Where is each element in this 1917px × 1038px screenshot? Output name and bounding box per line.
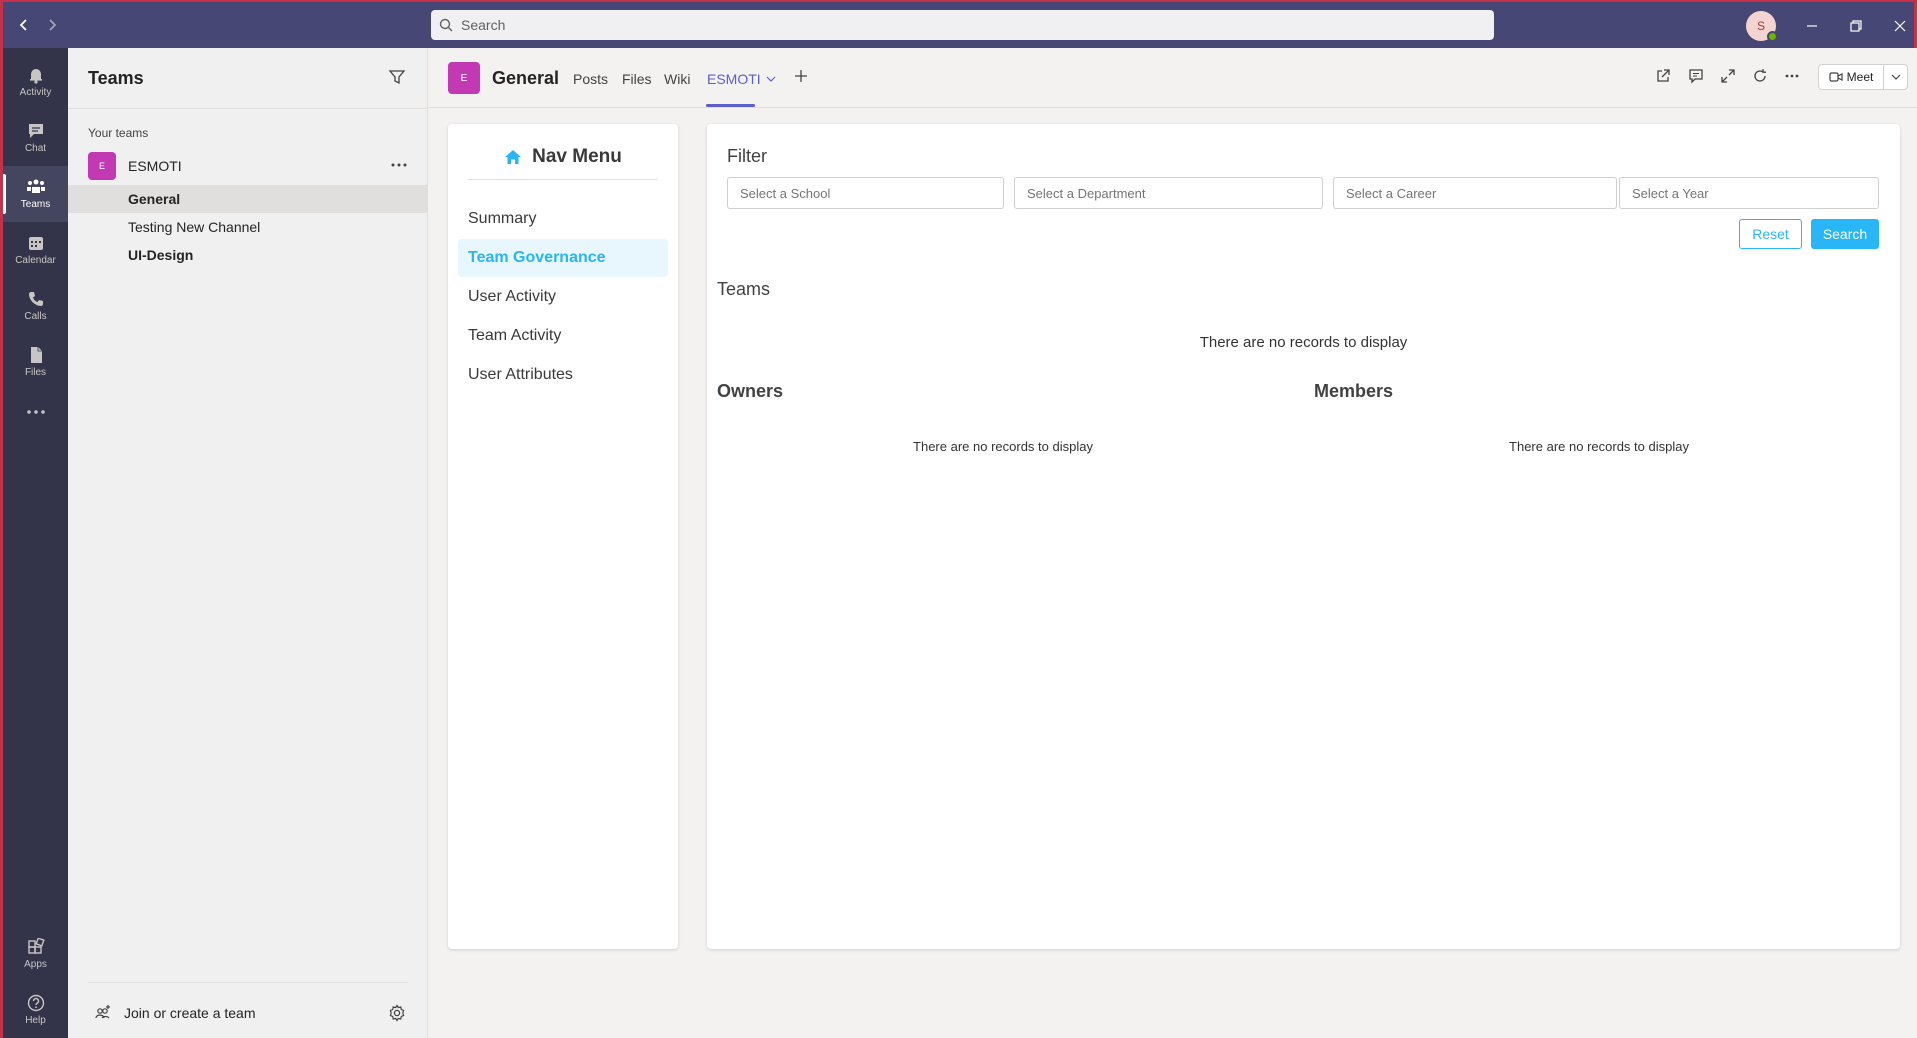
divider [468, 179, 658, 180]
team-item-esmoti[interactable]: E ESMOTI [68, 150, 428, 180]
conversation-icon[interactable] [1688, 68, 1704, 84]
channel-item-ui-design[interactable]: UI-Design [68, 241, 428, 269]
owners-empty-message: There are no records to display [913, 439, 1093, 454]
tab-wiki[interactable]: Wiki [664, 71, 690, 87]
owners-section-title: Owners [717, 381, 784, 401]
tab-files[interactable]: Files [622, 71, 652, 87]
tab-esmoti-label: ESMOTI [707, 71, 761, 87]
teams-panel: Teams Your teams E ESMOTI General Testin… [68, 48, 428, 1038]
rail-label: Apps [24, 959, 47, 970]
select-department-field[interactable] [1014, 177, 1323, 209]
more-horizontal-icon[interactable] [390, 156, 408, 174]
meet-button[interactable]: Meet [1818, 64, 1884, 90]
help-icon [27, 994, 44, 1012]
team-avatar: E [88, 152, 116, 180]
chat-icon [28, 124, 43, 138]
channel-item-testing-new-channel[interactable]: Testing New Channel [68, 213, 428, 241]
more-horizontal-icon [26, 410, 45, 414]
teams-icon [26, 179, 45, 193]
team-governance-card: Filter Reset Search Teams There are no r… [707, 124, 1900, 949]
home-icon [504, 149, 522, 165]
close-icon[interactable] [1886, 12, 1914, 40]
channel-name: General [492, 68, 560, 88]
filter-icon[interactable] [388, 68, 406, 86]
nav-item-user-attributes[interactable]: User Attributes [458, 356, 668, 394]
rail-item-help[interactable]: Help [3, 982, 68, 1038]
channel-team-avatar: E [448, 62, 480, 94]
select-career-field[interactable] [1333, 177, 1617, 209]
filter-title: Filter [727, 146, 767, 166]
nav-menu-title-text: Nav Menu [532, 146, 622, 167]
rail-label: Teams [20, 199, 51, 210]
chevron-down-icon [766, 76, 776, 82]
teams-section-title: Teams [717, 279, 771, 299]
channel-header: E General Posts Files Wiki ESMOTI Meet [428, 48, 1917, 108]
presence-available-icon [1767, 31, 1778, 42]
rail-label: Help [25, 1015, 46, 1026]
active-tab-indicator [706, 104, 755, 107]
rail-label: Activity [19, 87, 52, 98]
join-or-create-team-button[interactable]: Join or create a team [94, 1004, 256, 1022]
your-teams-label: Your teams [88, 126, 149, 140]
calendar-icon [28, 237, 43, 250]
select-year-field[interactable] [1619, 177, 1879, 209]
rail-item-teams[interactable]: Teams [3, 166, 68, 222]
title-bar: Search S [0, 0, 1917, 48]
nav-item-summary[interactable]: Summary [458, 200, 668, 238]
more-horizontal-icon[interactable] [1784, 68, 1800, 84]
pop-out-icon[interactable] [1655, 68, 1671, 84]
nav-item-user-activity[interactable]: User Activity [458, 278, 668, 316]
rail-label: Files [24, 367, 47, 378]
search-icon [439, 18, 453, 32]
file-icon [30, 347, 42, 363]
rail-item-apps[interactable]: Apps [3, 926, 68, 982]
meet-label: Meet [1846, 70, 1874, 84]
search-input[interactable]: Search [431, 10, 1494, 40]
apps-icon [27, 938, 45, 954]
back-arrow-icon[interactable] [13, 14, 35, 36]
rail-more-button[interactable] [3, 384, 68, 440]
rail-item-calls[interactable]: Calls [3, 278, 68, 334]
rail-item-activity[interactable]: Activity [3, 54, 68, 110]
rail-label: Calendar [15, 255, 56, 266]
nav-item-team-governance[interactable]: Team Governance [458, 239, 668, 277]
add-team-icon [94, 1004, 112, 1022]
rail-label: Chat [24, 143, 47, 154]
tab-esmoti[interactable]: ESMOTI [707, 71, 776, 87]
minimize-icon[interactable] [1798, 12, 1826, 40]
divider [68, 108, 428, 109]
nav-menu-title: Nav Menu [448, 146, 678, 168]
rail-item-files[interactable]: Files [3, 334, 68, 390]
search-placeholder: Search [461, 17, 506, 33]
rail-label: Calls [24, 311, 47, 322]
members-section-title: Members [1314, 381, 1394, 401]
bell-icon [29, 69, 42, 84]
gear-icon[interactable] [388, 1004, 406, 1022]
reset-button[interactable]: Reset [1739, 219, 1802, 249]
search-button[interactable]: Search [1811, 219, 1879, 249]
teams-empty-message: There are no records to display [1199, 334, 1408, 351]
members-empty-message: There are no records to display [1509, 439, 1689, 454]
select-school-field[interactable] [727, 177, 1004, 209]
team-name: ESMOTI [128, 158, 182, 174]
rail-item-calendar[interactable]: Calendar [3, 222, 68, 278]
meet-dropdown-button[interactable] [1884, 64, 1908, 90]
nav-menu-card: Nav Menu Summary Team Governance User Ac… [448, 124, 678, 949]
channel-item-general[interactable]: General [68, 185, 428, 213]
forward-arrow-icon[interactable] [41, 14, 63, 36]
join-team-label: Join or create a team [124, 1005, 256, 1021]
video-camera-icon [1829, 71, 1843, 83]
refresh-icon[interactable] [1752, 68, 1768, 84]
divider [88, 982, 408, 983]
nav-item-team-activity[interactable]: Team Activity [458, 317, 668, 355]
expand-icon[interactable] [1720, 68, 1736, 84]
chevron-down-icon [1891, 74, 1900, 80]
restore-icon[interactable] [1842, 12, 1870, 40]
rail-item-chat[interactable]: Chat [3, 110, 68, 166]
teams-panel-title: Teams [88, 68, 144, 88]
app-rail: Activity Chat Teams Calendar Calls Files… [0, 48, 68, 1038]
add-tab-icon[interactable] [793, 68, 809, 84]
tab-posts[interactable]: Posts [573, 71, 608, 87]
phone-icon [28, 292, 43, 306]
